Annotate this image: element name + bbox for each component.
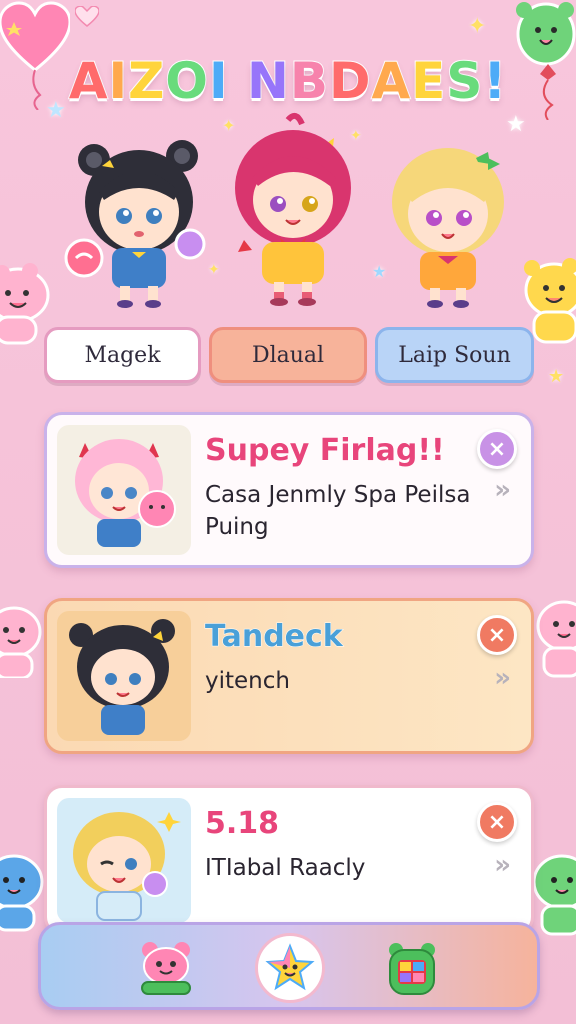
- double-chevron-right-icon[interactable]: »: [494, 850, 511, 880]
- list-card[interactable]: 5.18 ITIabal Raacly × »: [44, 785, 534, 935]
- close-icon[interactable]: ×: [477, 615, 517, 655]
- title-letter: A: [370, 51, 412, 111]
- title-letter: I: [108, 51, 129, 111]
- card-subtitle: Casa Jenmly Spa Peilsa Puing: [205, 482, 471, 540]
- title-letter: B: [289, 51, 329, 111]
- card-title: Supey Firlag!!: [205, 433, 446, 469]
- tab-magek[interactable]: Magek: [44, 327, 201, 383]
- blue-bear-sticker-icon: [0, 854, 44, 932]
- list-card[interactable]: Supey Firlag!! Casa Jenmly Spa Peilsa Pu…: [44, 412, 534, 568]
- card-subtitle: ITIabal Raacly: [205, 855, 366, 881]
- card-thumbnail: [57, 611, 191, 741]
- heart-sparkle-icon: [75, 6, 99, 27]
- card-subtitle: yitench: [205, 668, 290, 694]
- title-letter: N: [246, 51, 290, 111]
- backpack-icon[interactable]: [377, 933, 447, 1003]
- double-chevron-right-icon[interactable]: »: [494, 663, 511, 693]
- card-thumbnail: [57, 425, 191, 555]
- list-card[interactable]: Tandeck yitench × »: [44, 598, 534, 754]
- tab-laip-soun[interactable]: Laip Soun: [375, 327, 534, 383]
- star-face-icon[interactable]: [255, 933, 325, 1003]
- pink-bear-sticker-icon: [536, 600, 576, 678]
- title-letter: Z: [127, 51, 166, 111]
- character-pink-hair-girl: [235, 112, 351, 306]
- bottom-nav: [38, 922, 540, 1010]
- bear-home-icon[interactable]: [131, 933, 201, 1003]
- title-letter: I: [208, 51, 229, 111]
- title-letter: A: [68, 51, 109, 111]
- title-letter: O: [164, 51, 209, 111]
- close-icon[interactable]: ×: [477, 429, 517, 469]
- category-tabs: Magek Dlaual Laip Soun: [44, 327, 534, 383]
- close-icon[interactable]: ×: [477, 802, 517, 842]
- title-letter: D: [328, 51, 372, 111]
- double-chevron-right-icon[interactable]: »: [494, 475, 511, 505]
- sparkle-icon: ★: [548, 366, 565, 387]
- character-dark-hair-girl: [64, 140, 206, 308]
- character-blonde-girl: [392, 148, 504, 308]
- title-letter: E: [410, 51, 447, 111]
- title-letter: [229, 52, 247, 110]
- card-title: 5.18: [204, 806, 280, 842]
- card-title: Tandeck: [205, 619, 344, 655]
- pink-bear-sticker-icon: [0, 606, 42, 678]
- tab-dlaual[interactable]: Dlaual: [209, 327, 367, 383]
- title-letter: S: [445, 51, 484, 111]
- title-letter: !: [482, 51, 508, 111]
- sparkle-icon: ✦: [468, 14, 487, 39]
- green-bear-sticker-icon: [532, 854, 576, 936]
- card-thumbnail: [57, 798, 191, 923]
